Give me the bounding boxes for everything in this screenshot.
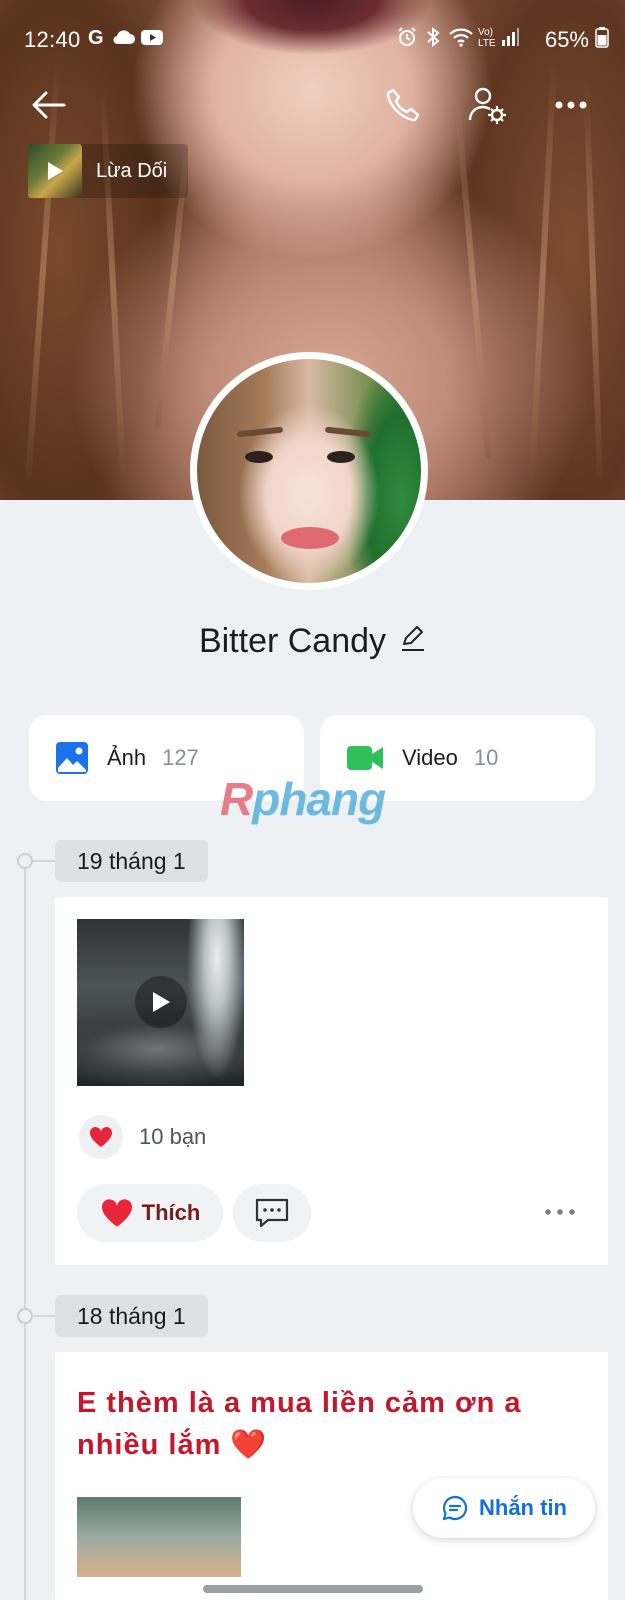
like-button[interactable]: Thích xyxy=(77,1184,223,1242)
date-label: 18 tháng 1 xyxy=(55,1295,208,1337)
more-horizontal-icon xyxy=(555,101,587,109)
watermark-rest: phang xyxy=(252,773,386,825)
comment-icon xyxy=(255,1198,289,1228)
alarm-icon xyxy=(396,26,418,50)
timeline-dot xyxy=(17,1308,33,1324)
user-settings-icon xyxy=(468,87,506,124)
message-label: Nhắn tin xyxy=(479,1495,567,1520)
back-button[interactable] xyxy=(24,80,74,130)
photos-count: 127 xyxy=(162,745,199,770)
home-indicator[interactable] xyxy=(203,1585,423,1593)
battery-icon xyxy=(595,26,609,50)
back-arrow-icon xyxy=(32,91,66,119)
phone-icon xyxy=(386,88,420,122)
timeline-line xyxy=(24,860,26,1600)
date-label: 19 tháng 1 xyxy=(55,840,208,882)
profile-music[interactable]: Lừa Dối xyxy=(28,144,188,198)
battery-percent: 65% xyxy=(544,27,589,52)
google-icon: G xyxy=(88,27,104,49)
videos-count: 10 xyxy=(473,745,499,770)
more-horizontal-icon xyxy=(545,1209,575,1215)
signal-icon xyxy=(500,26,520,50)
image-icon xyxy=(56,742,88,774)
message-button[interactable]: Nhắn tin xyxy=(413,1478,595,1538)
edit-name-button[interactable] xyxy=(400,622,426,661)
music-title: Lừa Dối xyxy=(96,159,168,182)
status-time: 12:40 xyxy=(24,27,81,52)
comment-button[interactable] xyxy=(233,1184,311,1242)
cloud-icon xyxy=(112,26,136,50)
play-button[interactable] xyxy=(135,976,187,1028)
timeline-dot xyxy=(17,853,33,869)
pencil-icon xyxy=(402,626,425,651)
video-icon xyxy=(347,746,383,770)
profile-settings-button[interactable] xyxy=(462,80,512,130)
chat-icon xyxy=(442,1495,468,1521)
play-icon xyxy=(48,162,63,180)
video-thumbnail[interactable] xyxy=(77,919,244,1086)
post-more-button[interactable] xyxy=(540,1197,580,1227)
profile-name: Bitter Candy xyxy=(198,622,387,660)
post-text[interactable]: E thèm là a mua liền cảm ơn a nhiều lắm … xyxy=(77,1382,577,1466)
bluetooth-icon xyxy=(424,26,442,50)
post-photo[interactable] xyxy=(77,1497,241,1577)
wifi-icon xyxy=(448,26,474,50)
status-bar: 12:40 G Vo) LTE 65% xyxy=(0,0,625,78)
videos-label: Video xyxy=(402,745,458,770)
volte-icon: Vo) LTE xyxy=(478,27,496,49)
post-card-text: E thèm là a mua liền cảm ơn a nhiều lắm … xyxy=(55,1352,608,1600)
music-cover xyxy=(28,144,82,198)
reaction-summary[interactable]: 10 bạn xyxy=(79,1115,206,1159)
call-button[interactable] xyxy=(378,80,428,130)
post-card-video: 10 bạn Thích xyxy=(55,897,608,1265)
heart-icon xyxy=(101,1199,132,1227)
play-icon xyxy=(153,992,170,1012)
youtube-icon xyxy=(140,26,164,50)
reaction-count: 10 bạn xyxy=(139,1124,207,1149)
profile-name-row: Bitter Candy xyxy=(0,622,625,661)
watermark: Rphang xyxy=(220,772,386,826)
photos-label: Ảnh xyxy=(107,745,147,770)
watermark-r: R xyxy=(220,773,253,825)
heart-reaction-icon xyxy=(79,1115,123,1159)
more-options-button[interactable] xyxy=(546,80,596,130)
avatar[interactable] xyxy=(190,352,428,590)
like-label: Thích xyxy=(141,1200,201,1225)
